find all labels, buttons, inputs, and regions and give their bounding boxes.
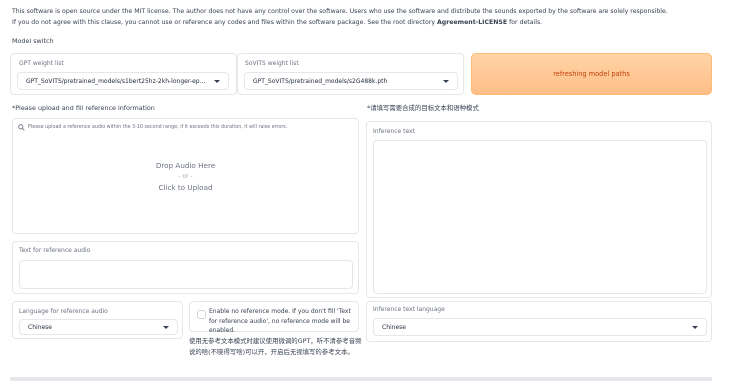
sovits-weight-panel: SoVITS weight list GPT_SoVITS/pretrained…: [237, 53, 464, 95]
inference-language-panel: Inference text language Chinese: [366, 301, 712, 342]
inference-language-value: Chinese: [382, 323, 406, 331]
reference-language-dropdown[interactable]: Chinese: [19, 319, 178, 335]
no-reference-label[interactable]: Enable no reference mode. If you don't f…: [209, 307, 357, 336]
no-reference-checkbox[interactable]: [197, 310, 206, 319]
drop-audio-text: Drop Audio Here: [155, 161, 216, 170]
reference-language-value: Chinese: [28, 323, 52, 331]
inference-text-label: Inference text: [373, 128, 415, 135]
reference-text-input[interactable]: [19, 260, 353, 289]
no-reference-panel: Enable no reference mode. If you don't f…: [189, 301, 359, 334]
reference-text-panel: Text for reference audio: [12, 241, 359, 294]
click-to-upload[interactable]: Click to Upload: [13, 182, 358, 193]
model-switch-title: Model switch: [12, 37, 54, 45]
license-notice-text: If you do not agree with this clause, yo…: [12, 19, 437, 26]
reference-text-label: Text for reference audio: [19, 247, 91, 254]
chevron-down-icon: [692, 325, 698, 329]
sovits-weight-label: SoVITS weight list: [245, 60, 299, 67]
gpt-weight-dropdown[interactable]: GPT_SoVITS/pretrained_models/s1bert25hz-…: [17, 72, 229, 90]
gpt-weight-panel: GPT weight list GPT_SoVITS/pretrained_mo…: [10, 53, 237, 95]
reference-language-panel: Language for reference audio Chinese: [12, 301, 183, 339]
inference-language-label: Inference text language: [373, 306, 445, 313]
refresh-models-button[interactable]: refreshing model paths: [471, 53, 712, 95]
license-notice-suffix: for details.: [507, 19, 543, 26]
license-notice-line1: This software is open source under the M…: [12, 8, 668, 15]
inference-text-input[interactable]: [373, 140, 707, 294]
reference-title: *Please upload and fill reference inform…: [12, 104, 155, 112]
no-reference-note: 使用无参考文本模式时建议使用微调的GPT，听不清参考音频说的啥(不晓得写啥)可以…: [189, 337, 362, 356]
upload-hint: Please upload a reference audio within t…: [18, 124, 287, 131]
chevron-down-icon: [163, 325, 169, 329]
chevron-down-icon: [443, 79, 449, 83]
inference-language-dropdown[interactable]: Chinese: [373, 318, 707, 336]
license-link: Agreement-LICENSE: [437, 19, 508, 26]
drop-zone[interactable]: Drop Audio Here - or - Click to Upload: [13, 160, 358, 193]
sovits-weight-dropdown[interactable]: GPT_SoVITS/pretrained_models/s2G488k.pth: [244, 72, 458, 90]
gpt-weight-label: GPT weight list: [19, 60, 64, 67]
search-icon: [18, 124, 25, 131]
sovits-weight-value: GPT_SoVITS/pretrained_models/s2G488k.pth: [253, 77, 388, 85]
upload-hint-text: Please upload a reference audio within t…: [28, 125, 288, 130]
license-notice-line2: If you do not agree with this clause, yo…: [12, 19, 542, 26]
or-divider: - or -: [178, 173, 193, 180]
gpt-weight-value: GPT_SoVITS/pretrained_models/s1bert25hz-…: [26, 77, 208, 85]
inference-text-panel: Inference text: [366, 121, 712, 298]
reference-audio-upload[interactable]: Please upload a reference audio within t…: [12, 118, 359, 234]
chevron-down-icon: [214, 79, 220, 83]
inference-title: *请填写需要合成的目标文本和语种模式: [367, 104, 479, 112]
reference-language-label: Language for reference audio: [19, 308, 108, 315]
next-section-header[interactable]: [10, 377, 712, 381]
